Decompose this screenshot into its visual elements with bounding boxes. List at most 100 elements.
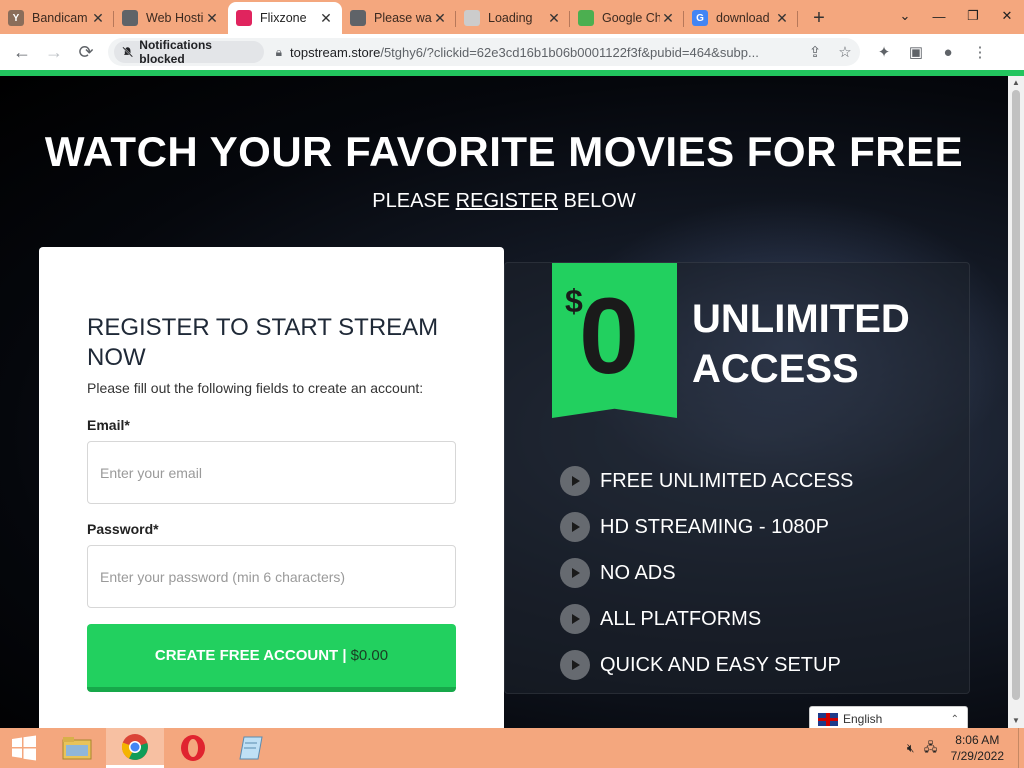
tab-close-icon[interactable]: ✕ (432, 10, 448, 27)
email-field[interactable] (87, 441, 456, 504)
bell-off-icon (122, 46, 134, 58)
tab-close-icon[interactable]: ✕ (660, 10, 676, 27)
tab-title: Flixzone (260, 11, 307, 25)
leaf-icon (578, 10, 594, 26)
windows-logo-icon (12, 735, 36, 761)
clock-time: 8:06 AM (955, 733, 1000, 747)
browser-tab[interactable]: Google Chrome✕ (570, 2, 684, 34)
feature-label: HD STREAMING - 1080P (600, 515, 829, 538)
scroll-down-arrow-icon[interactable]: ▼ (1011, 716, 1021, 725)
tab-title: Google Chrome (602, 11, 660, 25)
profile-avatar-icon[interactable]: ● (932, 36, 964, 68)
close-window-button[interactable]: ✕ (990, 0, 1024, 32)
tab-close-icon[interactable]: ✕ (774, 10, 790, 27)
tab-search-icon[interactable]: ⌄ (888, 0, 922, 32)
google-icon: G (692, 10, 708, 26)
password-field[interactable] (87, 545, 456, 608)
side-panel-icon[interactable]: ▣ (900, 36, 932, 68)
system-tray: 🔇︎ 🖧 8:06 AM 7/29/2022 (901, 728, 1024, 768)
show-desktop-button[interactable] (1018, 728, 1024, 768)
tab-title: Web Hosting (146, 11, 204, 25)
browser-tab[interactable]: Y Bandicam ✕ (0, 2, 114, 34)
start-button[interactable] (0, 728, 48, 768)
tab-title: download (716, 11, 770, 25)
address-bar[interactable]: Notifications blocked 🔒︎ topstream.store… (108, 38, 860, 66)
tab-close-icon[interactable]: ✕ (90, 10, 106, 27)
page-subheadline: PLEASE REGISTER BELOW (0, 190, 1008, 213)
subheadline-pre: PLEASE (372, 190, 456, 212)
reload-button[interactable]: ⟳ (70, 36, 102, 68)
feature-item: HD STREAMING - 1080P (560, 512, 980, 542)
tab-close-icon[interactable]: ✕ (318, 10, 334, 27)
browser-tab[interactable]: Gdownload ✕ (684, 2, 798, 34)
volume-muted-icon[interactable]: 🔇︎ (901, 741, 921, 756)
network-icon[interactable]: 🖧 (921, 738, 941, 759)
bandicam-icon: Y (8, 10, 24, 26)
bookmark-star-icon[interactable]: ☆ (830, 43, 860, 61)
language-selector[interactable]: English ⌃ (809, 706, 968, 728)
notifications-blocked-chip[interactable]: Notifications blocked (114, 38, 264, 66)
opera-icon (181, 735, 205, 761)
scrollbar-thumb[interactable] (1012, 90, 1020, 700)
clock-date: 7/29/2022 (950, 749, 1004, 763)
back-button[interactable]: ← (6, 36, 38, 68)
tab-separator (797, 11, 798, 27)
register-form-card: REGISTER TO START STREAM NOW Please fill… (39, 247, 504, 728)
page-headline: WATCH YOUR FAVORITE MOVIES FOR FREE (44, 128, 964, 175)
share-icon[interactable]: ⇪ (800, 43, 830, 61)
lock-icon[interactable]: 🔒︎ (276, 45, 282, 60)
play-circle-icon (560, 466, 590, 496)
notepad-taskbar-button[interactable] (222, 728, 280, 768)
browser-toolbar: ← → ⟳ Notifications blocked 🔒︎ topstream… (0, 34, 1024, 70)
minimize-button[interactable]: — (922, 0, 956, 32)
browser-tab[interactable]: Web Hosting✕ (114, 2, 228, 34)
menu-kebab-icon[interactable]: ⋮ (964, 36, 996, 68)
feature-item: FREE UNLIMITED ACCESS (560, 466, 980, 496)
price-ribbon: $ 0 (552, 263, 677, 418)
url-path: /5tghy6/?clickid=62e3cd16b1b06b0001122f3… (380, 44, 759, 60)
page-viewport: WATCH YOUR FAVORITE MOVIES FOR FREE PLEA… (0, 76, 1008, 728)
extensions-icon[interactable]: ✦ (868, 36, 900, 68)
register-link[interactable]: REGISTER (456, 190, 558, 212)
tab-title: Please wait (374, 11, 432, 25)
feature-label: FREE UNLIMITED ACCESS (600, 469, 854, 492)
notepad-icon (239, 736, 263, 760)
notifications-chip-label: Notifications blocked (139, 38, 212, 66)
play-circle-icon (560, 650, 590, 680)
uk-flag-icon (818, 712, 838, 726)
globe-icon (122, 10, 138, 26)
browser-tab[interactable]: Flixzone ✕ (228, 2, 342, 34)
folder-icon (62, 737, 92, 760)
url-host: topstream.store (290, 44, 381, 60)
system-clock[interactable]: 8:06 AM 7/29/2022 (951, 732, 1004, 764)
browser-tab[interactable]: Please wait ✕ (342, 2, 456, 34)
loading-spinner-icon (464, 10, 480, 26)
file-explorer-button[interactable] (48, 728, 106, 768)
feature-label: ALL PLATFORMS (600, 607, 762, 630)
page-scrollbar[interactable]: ▲ ▼ (1008, 76, 1024, 728)
scroll-up-arrow-icon[interactable]: ▲ (1011, 78, 1021, 87)
new-tab-button[interactable]: + (804, 2, 834, 34)
password-label: Password* (87, 521, 159, 537)
restore-button[interactable]: ❐ (956, 0, 990, 32)
flixzone-play-icon (236, 10, 252, 26)
create-account-price: $0.00 (350, 647, 389, 664)
form-title: REGISTER TO START STREAM NOW (87, 314, 439, 371)
unlimited-line2: ACCESS (692, 347, 859, 391)
opera-taskbar-button[interactable] (164, 728, 222, 768)
tab-strip: YBandicam✕Web Hosting✕Flixzone✕Please wa… (0, 0, 1024, 34)
create-account-label: CREATE FREE ACCOUNT | (154, 647, 347, 664)
unlimited-line1: UNLIMITED (692, 297, 910, 341)
windows-taskbar: 🔇︎ 🖧 8:06 AM 7/29/2022 (0, 728, 1024, 768)
feature-label: QUICK AND EASY SETUP (600, 653, 841, 676)
tab-close-icon[interactable]: ✕ (546, 10, 562, 27)
window-controls: ⌄ — ❐ ✕ (888, 0, 1024, 32)
chrome-taskbar-button[interactable] (106, 728, 164, 768)
browser-tab[interactable]: Loading ✕ (456, 2, 570, 34)
tab-close-icon[interactable]: ✕ (204, 10, 220, 27)
forward-button[interactable]: → (38, 36, 70, 68)
url-text[interactable]: topstream.store/5tghy6/?clickid=62e3cd16… (290, 45, 800, 60)
create-account-button[interactable]: CREATE FREE ACCOUNT | $0.00 (87, 624, 456, 692)
play-circle-icon (560, 512, 590, 542)
price-amount: 0 (579, 275, 640, 396)
